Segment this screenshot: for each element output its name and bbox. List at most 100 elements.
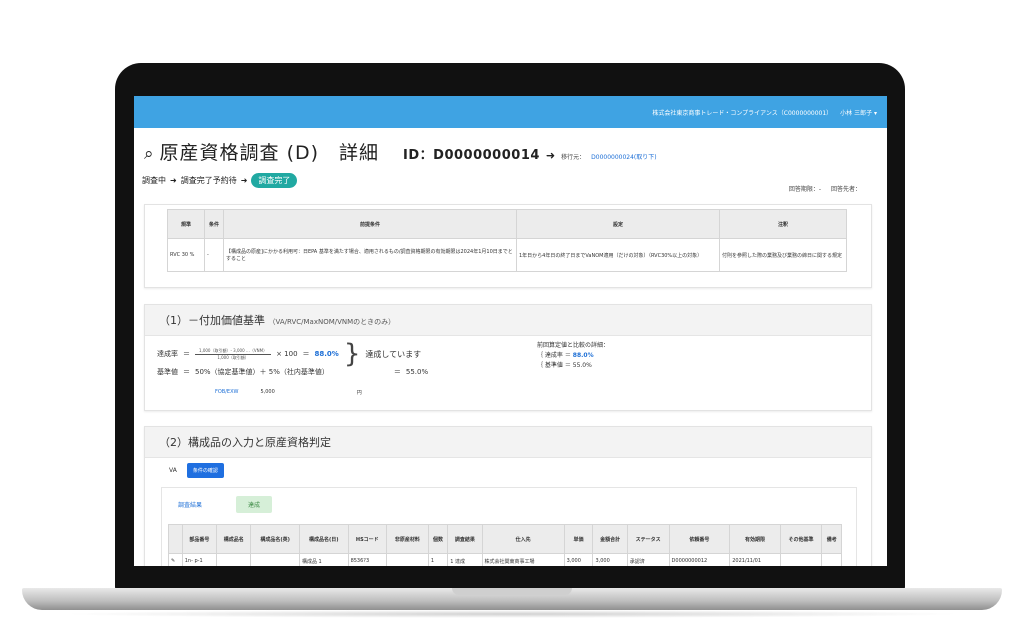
tab-va[interactable]: VA: [169, 467, 177, 474]
table-header: 前提条件: [223, 209, 517, 239]
table-cell: -: [204, 238, 224, 272]
table-cell: 構成品 1: [298, 553, 349, 566]
laptop-notch: [452, 588, 572, 595]
section-heading: （1）－付加価値基準 （VA/RVC/MaxNOM/VNMのときのみ）: [145, 305, 871, 336]
table-header: 個数: [427, 524, 449, 554]
table-cell: [821, 553, 842, 566]
table-cell: [386, 553, 429, 566]
table-cell-link[interactable]: 付則を参照した際の業務及び業務の締日に関する規定: [719, 238, 847, 272]
parts-table: 部品番号 構成品名 構成品名(英) 構成品名(日) HSコード 非原産材料 個数 調査結果 仕入…: [168, 524, 842, 566]
comparison-rate-value: 88.0%: [572, 352, 594, 359]
fob-row: FOB/EXW 5,000 円: [215, 389, 362, 396]
denominator: 1,000（取引額）: [217, 354, 249, 360]
laptop-shadow: [60, 610, 964, 618]
comparison-base-label: 基準値: [544, 362, 563, 369]
submitter-label: 回答先者：: [830, 186, 861, 193]
edit-icon[interactable]: ✎: [168, 553, 183, 566]
verdict-text: 達成しています: [365, 349, 422, 359]
result-panel: 調査結果 達成 部品番号 構成品名 構成品名(英) 構成品名(日) HSコード 非原産材料…: [161, 487, 857, 566]
top-navbar: 株式会社東京商事トレード・コンプライアンス（C0000000001） 小林 三郎…: [134, 96, 887, 128]
section-subtitle: （VA/RVC/MaxNOM/VNMのときのみ）: [268, 318, 396, 326]
comparison-rate-label: 達成率: [544, 352, 563, 359]
comparison-panel: 前回算定値と比較の詳細： ｛ 達成率 ＝ 88.0% ｛ 基準値 ＝ 55.0%: [537, 342, 610, 369]
times-100: × 100: [276, 350, 298, 358]
status-badge: 調査完了: [251, 173, 298, 188]
table-cell: 【構成品の原産]にかかる利用可：日EPA 基準を満たす場合、適用されるもの/調査…: [223, 238, 517, 272]
table-cell: 株式会社関東商事工場: [481, 553, 565, 566]
company-name: 株式会社東京商事トレード・コンプライアンス（C0000000001）: [652, 109, 833, 117]
table-cell: 2021/11/01: [729, 553, 781, 566]
table-cell: 3,000: [592, 553, 628, 566]
table-header: 調査結果: [447, 524, 483, 554]
rate-fraction: 1,000（取引額）- 3,000 …（VNM） 1,000（取引額）: [195, 348, 272, 361]
arrow-right-icon: ➜: [170, 176, 177, 185]
table-header: 注釈: [719, 209, 847, 239]
record-id: ID：D0000000014: [403, 148, 540, 163]
table-header: HSコード: [347, 524, 388, 554]
table-header: 条件: [204, 209, 224, 239]
table-header: 部品番号: [181, 524, 218, 554]
table-header: 有効期限: [729, 524, 781, 554]
section-heading: （2）構成品の入力と原産資格判定: [145, 427, 871, 458]
table-header: [168, 524, 183, 554]
deadline-label: 回答期限：-: [788, 186, 821, 193]
status-step-2: 調査完了予約待: [180, 176, 237, 185]
table-header: ステータス: [626, 524, 670, 554]
table-cell: [216, 553, 252, 566]
arrow-right-icon: ➜: [240, 176, 248, 185]
table-header: 非原産材料: [386, 524, 429, 554]
table-row: ✎ 1n- p-1 構成品 1 8536?3 1 1 達成 株式会社関東商事工場 3,000 3…: [168, 553, 842, 566]
components-card: （2）構成品の入力と原産資格判定 VA 条件の確認 調査結果 達成 部品番号 構成…: [144, 426, 872, 566]
page-title: 原産資格調査 (D) 詳細: [159, 142, 380, 164]
previous-record-label: 移行元：: [561, 154, 586, 161]
base-label: 基準値: [157, 368, 178, 376]
rate-value: 88.0%: [314, 350, 339, 358]
brace: }: [343, 339, 361, 369]
condition-card: 規準 条件 前提条件 設定 注釈 RVC 30 % - 【構成品の原産]にかかる…: [144, 204, 872, 288]
table-header: 構成品名(英): [250, 524, 300, 554]
table-header: 依頼番号: [668, 524, 731, 554]
table-cell: 承認済: [626, 553, 670, 566]
page-header: ⌕ 原産資格調査 (D) 詳細 ID：D0000000014 ➜ 移行元： D0…: [134, 128, 887, 165]
table-cell: [779, 553, 823, 566]
numerator: 1,000（取引額）- 3,000 …（VNM）: [195, 348, 272, 355]
table-cell: RVC 30 %: [167, 238, 205, 272]
table-header: 設定: [516, 209, 720, 239]
table-cell: 3,000: [563, 553, 594, 566]
table-header: 単価: [563, 524, 594, 554]
table-cell: 1年日から4年日の終了日までVaNOM適用（だけの対象）（RVC30%以上の対象…: [516, 238, 720, 272]
status-step-1: 調査中: [142, 176, 166, 185]
fob-value: 5,000: [260, 389, 275, 395]
table-header: 構成品名: [216, 524, 252, 554]
user-menu[interactable]: 小林 三郎子 ▾: [840, 108, 877, 117]
table-header: 構成品名(日): [298, 524, 349, 554]
table-cell: [250, 553, 300, 566]
check-conditions-button[interactable]: 条件の確認: [186, 463, 224, 478]
table-header: 規準: [167, 209, 205, 239]
comparison-title: 前回算定値と比較の詳細：: [537, 342, 610, 349]
fob-unit: 円: [356, 390, 362, 396]
base-formula: 50%（協定基準値）＋ 5%（社内基準値）: [195, 368, 329, 376]
search-icon: ⌕: [144, 144, 154, 164]
table-cell: 1: [427, 553, 449, 566]
base-value: 55.0%: [405, 368, 429, 376]
table-cell: 8536?3: [347, 553, 388, 566]
result-label: 調査結果: [178, 502, 203, 509]
fob-label: FOB/EXW: [215, 389, 239, 395]
arrow-right-icon: ➜: [545, 149, 556, 162]
table-header: 仕入先: [481, 524, 565, 554]
section-title: （1）－付加価値基準: [159, 314, 265, 327]
result-badge: 達成: [236, 496, 273, 513]
rate-label: 達成率: [157, 350, 178, 358]
request-link[interactable]: D0000000012: [668, 553, 731, 566]
section-title: （2）構成品の入力と原産資格判定: [159, 436, 331, 449]
table-row: RVC 30 % - 【構成品の原産]にかかる利用可：日EPA 基準を満たす場合…: [167, 238, 847, 272]
status-flow: 調査中 ➜ 調査完了予約待 ➜ 調査完了: [134, 165, 887, 188]
table-header: その他基準: [779, 524, 823, 554]
app-screen: 株式会社東京商事トレード・コンプライアンス（C0000000001） 小林 三郎…: [134, 96, 887, 566]
table-header: 備考: [821, 524, 842, 554]
table-cell: 1 達成: [447, 553, 483, 566]
value-added-card: （1）－付加価値基準 （VA/RVC/MaxNOM/VNMのときのみ） 達成率 …: [144, 304, 872, 411]
previous-record-link[interactable]: D0000000024(取り下): [591, 152, 656, 161]
table-cell: 1n- p-1: [181, 553, 218, 566]
